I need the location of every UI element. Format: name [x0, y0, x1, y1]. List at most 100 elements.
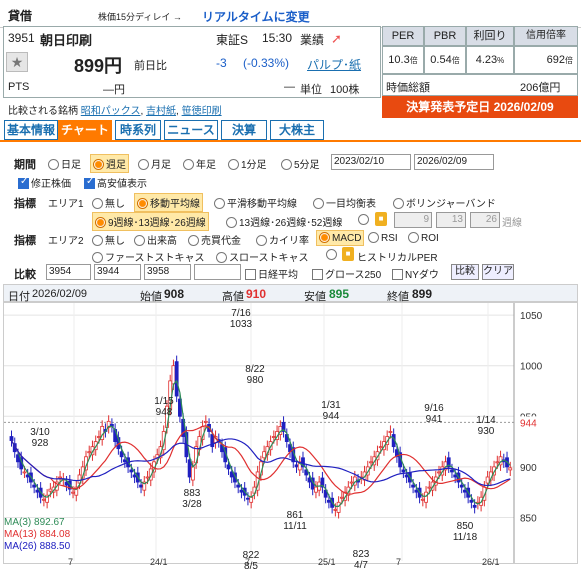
- annotation-line2: 4/7: [354, 559, 368, 571]
- area2-rsi[interactable]: RSI: [368, 232, 398, 244]
- indicator1-label: 指標: [14, 198, 36, 210]
- compare-button[interactable]: 比較: [451, 264, 479, 280]
- tab-news[interactable]: ニュース: [164, 120, 218, 140]
- candle-body: [333, 508, 338, 511]
- realtime-link[interactable]: リアルタイムに変更: [202, 8, 310, 25]
- annotation-line2: 3/28: [182, 499, 202, 511]
- unit-value: 100株: [330, 84, 360, 96]
- tab-time-series[interactable]: 時系列: [115, 120, 161, 140]
- last-price-label: 944: [520, 418, 537, 429]
- candle-body: [174, 361, 179, 397]
- compare-nydow[interactable]: NYダウ: [392, 266, 439, 281]
- annotation-line2: 928: [31, 437, 49, 449]
- area1-smoothed-ma[interactable]: 平滑移動平均線: [214, 195, 297, 210]
- stock-code: 3951: [8, 31, 35, 45]
- unit-label: 単位: [300, 84, 322, 96]
- ma-custom-input-3[interactable]: 26: [470, 212, 500, 228]
- tab-earnings[interactable]: 決算: [221, 120, 267, 140]
- lending-badge: 貸借: [8, 9, 33, 23]
- compare-growth250[interactable]: グロース250: [312, 266, 381, 281]
- margin-header: 信用倍率: [514, 26, 578, 46]
- tab-shareholders[interactable]: 大株主: [270, 120, 324, 140]
- candle-body: [378, 446, 383, 449]
- area2-slow-stoch[interactable]: スローストキャス: [216, 249, 309, 264]
- period-daily[interactable]: 日足: [48, 156, 81, 171]
- ma-13-26-52[interactable]: 13週線･26週線･52週線: [226, 214, 342, 229]
- adjusted-price-checkbox[interactable]: 修正株価: [18, 175, 71, 190]
- area1-bollinger[interactable]: ボリンジャーバンド: [393, 195, 496, 210]
- price-change-pct: (-0.33%): [243, 56, 290, 70]
- area2-roi[interactable]: ROI: [408, 232, 439, 244]
- candle-body: [226, 464, 231, 470]
- per-header: PER: [382, 26, 424, 46]
- compare-input-4[interactable]: [194, 264, 241, 280]
- area1-none[interactable]: 無し: [92, 195, 125, 210]
- tab-basic-info[interactable]: 基本情報: [4, 120, 58, 140]
- annotation-line1: 861: [286, 510, 304, 522]
- area2-deviation[interactable]: カイリ率: [256, 232, 309, 247]
- ma-custom-input-2[interactable]: 13: [436, 212, 466, 228]
- candle-body: [71, 491, 75, 494]
- annotation-line1: 850: [456, 521, 474, 533]
- candle-body: [239, 489, 244, 493]
- period-1min[interactable]: 1分足: [228, 156, 267, 171]
- compare-input-1[interactable]: 3954: [46, 264, 91, 280]
- area1-moving-average[interactable]: 移動平均線: [134, 193, 203, 212]
- x-tick-label: 25/1: [318, 557, 336, 565]
- ma-legend: MA(3) 892.67 MA(13) 884.08 MA(26) 888.50: [4, 517, 70, 553]
- price-annotation: 9/16 941: [420, 403, 448, 425]
- annotation-line2: 930: [477, 425, 495, 437]
- ma-9-13-26[interactable]: 9週線･13週線･26週線: [92, 212, 209, 231]
- ma-custom-input-1[interactable]: 9: [394, 212, 432, 228]
- ohlc-close: 899: [412, 287, 433, 301]
- candle-body: [453, 474, 458, 478]
- area2-macd[interactable]: MACD: [316, 230, 365, 246]
- period-5min[interactable]: 5分足: [281, 156, 320, 171]
- price-annotation: 861 11/11: [281, 510, 309, 532]
- candle-body: [87, 451, 92, 454]
- candle-body: [97, 436, 101, 438]
- candle-body: [401, 469, 406, 473]
- date-to-input[interactable]: 2026/02/09: [414, 154, 494, 170]
- period-label: 期間: [14, 159, 36, 171]
- annotation-line2: 941: [425, 414, 443, 426]
- compared-link-3[interactable]: 笹徳印刷: [182, 106, 222, 117]
- area2-hist-per[interactable]: ヒストリカルPER: [357, 249, 438, 264]
- candle-body: [414, 489, 419, 493]
- area2-hist-per-lock[interactable]: [326, 249, 339, 261]
- tab-chart[interactable]: チャート: [58, 120, 112, 140]
- candle-body: [32, 484, 37, 488]
- compared-link-1[interactable]: 昭和パックス: [81, 106, 141, 117]
- area2-fast-stoch[interactable]: ファーストストキャス: [92, 249, 205, 264]
- period-yearly[interactable]: 年足: [183, 156, 216, 171]
- annotation-line1: 8/22: [245, 363, 265, 375]
- compare-input-2[interactable]: 3944: [94, 264, 141, 280]
- period-weekly[interactable]: 週足: [90, 154, 129, 173]
- sector-link[interactable]: パルプ･紙: [307, 56, 361, 73]
- favorite-star-button[interactable]: ★: [6, 52, 28, 72]
- annotation-line2: 8/5: [244, 560, 258, 572]
- trend-up-icon: ➚: [331, 31, 342, 46]
- period-monthly[interactable]: 月足: [138, 156, 171, 171]
- area2-turnover[interactable]: 売買代金: [188, 232, 241, 247]
- annotation-line1: 7/16: [231, 308, 251, 320]
- candle-body: [450, 469, 454, 473]
- area1-label: エリア1: [48, 199, 84, 210]
- ma-custom-radio[interactable]: [358, 214, 371, 226]
- candle-body: [314, 486, 318, 493]
- date-from-input[interactable]: 2023/02/10: [331, 154, 411, 170]
- stock-name: 朝日印刷: [40, 33, 93, 48]
- area2-none[interactable]: 無し: [92, 232, 125, 247]
- high-low-checkbox[interactable]: 高安値表示: [84, 175, 147, 190]
- candle-body: [271, 436, 276, 438]
- compared-link-2[interactable]: 吉村紙: [146, 106, 176, 117]
- area2-volume[interactable]: 出来高: [134, 232, 177, 247]
- compare-input-3[interactable]: 3958: [144, 264, 191, 280]
- pbr-header: PBR: [424, 26, 466, 46]
- margin-value: 692倍: [514, 46, 578, 74]
- area1-ichimoku[interactable]: 一目均衡表: [313, 195, 376, 210]
- candle-body: [190, 466, 195, 481]
- x-tick-label: 24/1: [150, 557, 168, 565]
- compare-nikkei[interactable]: 日経平均: [245, 266, 298, 281]
- clear-button[interactable]: クリア: [482, 264, 514, 280]
